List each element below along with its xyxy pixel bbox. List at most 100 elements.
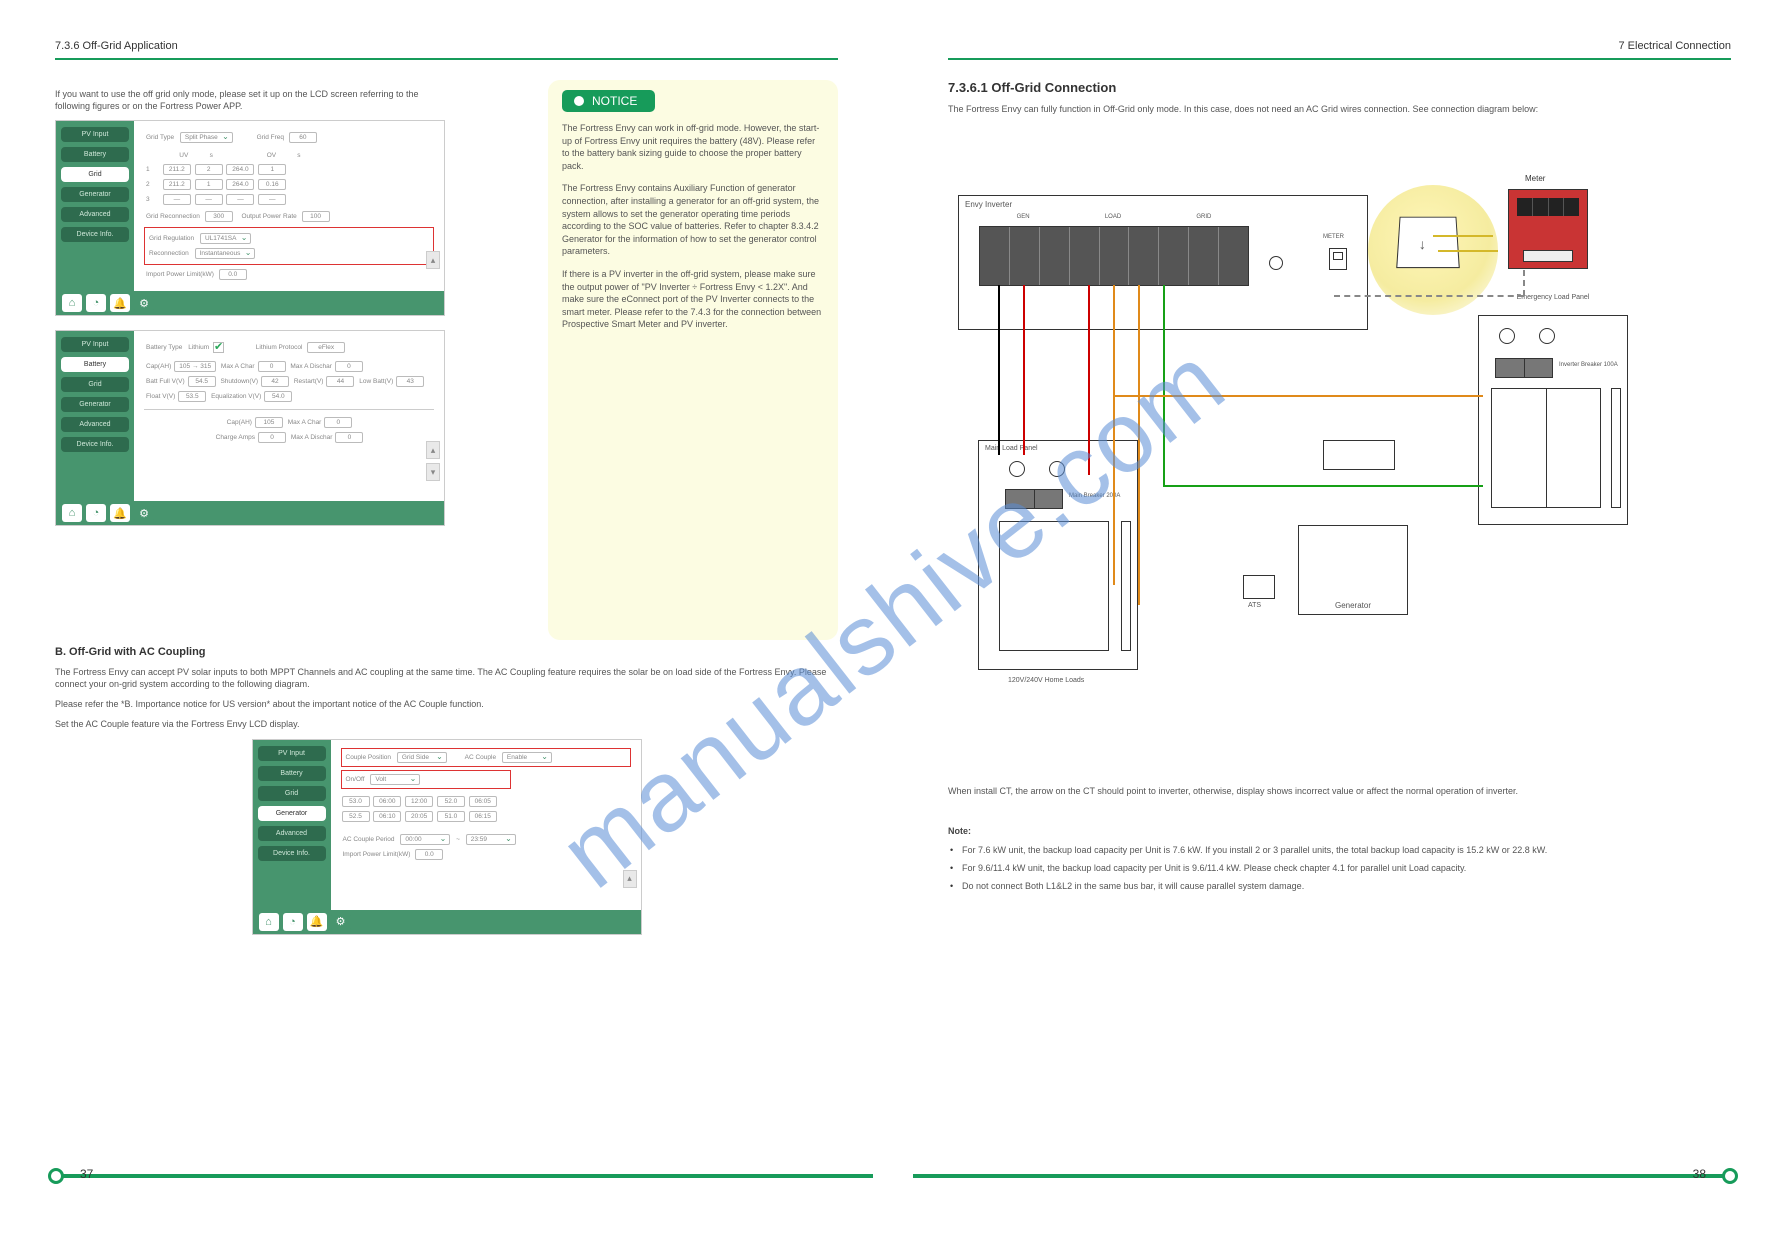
grid-type-dropdown[interactable]: Split Phase xyxy=(180,132,233,143)
sidebar-pv[interactable]: PV Input xyxy=(61,337,129,352)
sidebar-grid[interactable]: Grid xyxy=(61,377,129,392)
page-right: 7 Electrical Connection 7.3.6.1 Off-Grid… xyxy=(893,0,1786,1233)
header-right: 7 Electrical Connection xyxy=(948,40,1731,52)
sidebar-pv[interactable]: PV Input xyxy=(258,746,326,761)
ovt2[interactable]: 0.16 xyxy=(258,179,286,190)
page-number: 38 xyxy=(1693,1167,1706,1181)
sidebar-generator[interactable]: Generator xyxy=(61,187,129,202)
reconnect-val[interactable]: 300 xyxy=(205,211,233,222)
wire xyxy=(1138,285,1140,605)
sidebar-device[interactable]: Device Info. xyxy=(61,227,129,242)
conn-val[interactable]: Grid Side xyxy=(397,752,447,763)
chart-icon[interactable]: ◔ xyxy=(86,294,106,312)
sidebar-battery[interactable]: Battery xyxy=(258,766,326,781)
ov2[interactable]: 264.0 xyxy=(226,179,254,190)
notice-para-3: If there is a PV inverter in the off-gri… xyxy=(562,268,824,331)
sidebar-advanced[interactable]: Advanced xyxy=(61,417,129,432)
main-panel-label: Main Load Panel xyxy=(985,445,1038,452)
sidebar-device[interactable]: Device Info. xyxy=(258,846,326,861)
uv3[interactable]: — xyxy=(163,194,191,205)
bell-icon[interactable]: 🔔 xyxy=(110,504,130,522)
grid-type-label: Grid Type xyxy=(146,134,174,141)
ats-box xyxy=(1243,575,1275,599)
lcd-footer: ⌂ ◔ 🔔 ⚙ xyxy=(56,291,444,315)
uv2[interactable]: 211.2 xyxy=(163,179,191,190)
uvt3[interactable]: — xyxy=(195,194,223,205)
gridreg-label: Grid Regulation xyxy=(149,235,194,242)
lcd-panel-grid: PV Input Battery Grid Generator Advanced… xyxy=(55,120,445,316)
power-label: Output Power Rate xyxy=(241,213,296,220)
ovt3[interactable]: — xyxy=(258,194,286,205)
scroll-up[interactable]: ▴ xyxy=(623,870,637,888)
sidebar-battery[interactable]: Battery xyxy=(61,147,129,162)
uvt2[interactable]: 1 xyxy=(195,179,223,190)
generator-box: Generator xyxy=(1298,525,1408,615)
rj45-port xyxy=(1329,248,1347,270)
main-breakers xyxy=(999,521,1109,651)
onoff-val[interactable]: Volt xyxy=(370,774,420,785)
reconn2-dropdown[interactable]: Instantaneous xyxy=(195,248,256,259)
lcd-panel-battery: PV Input Battery Grid Generator Advanced… xyxy=(55,330,445,526)
ov3[interactable]: — xyxy=(226,194,254,205)
home-icon[interactable]: ⌂ xyxy=(62,294,82,312)
terminal-strip xyxy=(979,226,1249,286)
gear-icon[interactable]: ⚙ xyxy=(331,913,351,931)
sub-breakers xyxy=(1491,388,1601,508)
ovt1[interactable]: 1 xyxy=(258,164,286,175)
scroll-up[interactable]: ▴ xyxy=(426,251,440,269)
grid-red-highlight: Grid Regulation UL1741SA Reconnection In… xyxy=(144,227,434,265)
rule-top xyxy=(948,58,1731,60)
sidebar-generator[interactable]: Generator xyxy=(258,806,326,821)
page-knob xyxy=(48,1168,64,1184)
ov1[interactable]: 264.0 xyxy=(226,164,254,175)
ac-val[interactable]: Enable xyxy=(502,752,552,763)
sidebar-grid[interactable]: Grid xyxy=(258,786,326,801)
ats-label: ATS xyxy=(1248,602,1261,609)
right-text: The Fortress Envy can fully function in … xyxy=(948,103,1731,115)
sidebar-generator[interactable]: Generator xyxy=(61,397,129,412)
uv1[interactable]: 211.2 xyxy=(163,164,191,175)
batt-type-label: Battery Type xyxy=(146,344,182,351)
sidebar-device[interactable]: Device Info. xyxy=(61,437,129,452)
sidebar-advanced[interactable]: Advanced xyxy=(258,826,326,841)
chart-icon[interactable]: ◔ xyxy=(283,913,303,931)
period-from[interactable]: 00:00 xyxy=(400,834,450,845)
scroll-up[interactable]: ▴ xyxy=(426,441,440,459)
import-val[interactable]: 0.0 xyxy=(415,849,443,860)
protocol-label: Lithium Protocol xyxy=(256,344,303,351)
sidebar-advanced[interactable]: Advanced xyxy=(61,207,129,222)
main-breaker xyxy=(1005,489,1063,509)
batt-type-check[interactable] xyxy=(213,342,224,353)
reconnect-label: Grid Reconnection xyxy=(146,213,200,220)
scroll-down[interactable]: ▾ xyxy=(426,463,440,481)
uvt1[interactable]: 2 xyxy=(195,164,223,175)
chart-icon[interactable]: ◔ xyxy=(86,504,106,522)
notice-dot-icon xyxy=(574,96,584,106)
sidebar-grid[interactable]: Grid xyxy=(61,167,129,182)
home-icon[interactable]: ⌂ xyxy=(62,504,82,522)
sidebar-battery[interactable]: Battery xyxy=(61,357,129,372)
gear-icon[interactable]: ⚙ xyxy=(134,294,154,312)
header-left: 7.3.6 Off-Grid Application xyxy=(55,40,838,52)
wiring-diagram: Envy Inverter GEN LOAD GRID xyxy=(948,195,1688,775)
protocol-val[interactable]: eFlex xyxy=(307,342,345,353)
bell-icon[interactable]: 🔔 xyxy=(110,294,130,312)
note-bullet-3: Do not connect Both L1&L2 in the same bu… xyxy=(962,880,1731,892)
sidebar-pv[interactable]: PV Input xyxy=(61,127,129,142)
ct-wire xyxy=(1433,235,1493,237)
period-to[interactable]: 23:59 xyxy=(466,834,516,845)
import-label: Import Power Limit(kW) xyxy=(343,851,411,858)
batt-type-val: Lithium xyxy=(188,344,209,351)
gen-red-highlight-1: Couple Position Grid Side AC Couple Enab… xyxy=(341,748,631,767)
inverter-label: Envy Inverter xyxy=(965,200,1012,209)
power-val[interactable]: 100 xyxy=(302,211,330,222)
bell-icon[interactable]: 🔔 xyxy=(307,913,327,931)
home-icon[interactable]: ⌂ xyxy=(259,913,279,931)
gridreg-dropdown[interactable]: UL1741SA xyxy=(200,233,251,244)
grid-freq-value[interactable]: 60 xyxy=(289,132,317,143)
gear-icon[interactable]: ⚙ xyxy=(134,504,154,522)
import-limit-val[interactable]: 0.0 xyxy=(219,269,247,280)
section-b-title: B. Off-Grid with AC Coupling xyxy=(55,646,838,658)
pe-terminal xyxy=(1269,256,1283,270)
ac-label: AC Couple xyxy=(465,754,496,761)
